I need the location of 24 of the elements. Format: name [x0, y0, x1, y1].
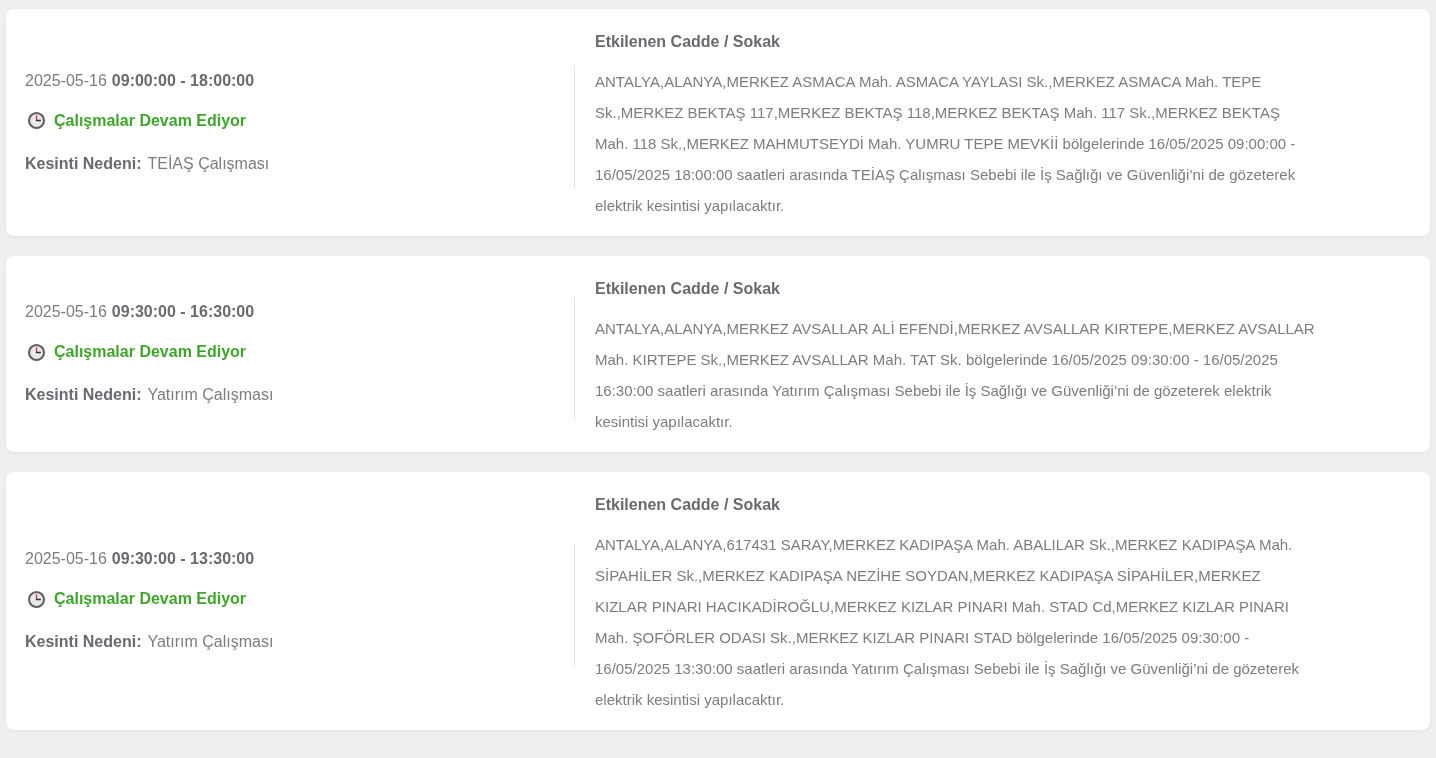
clock-icon	[27, 342, 46, 362]
status-text: Çalışmalar Devam Ediyor	[54, 589, 247, 609]
clock-icon	[27, 111, 46, 130]
time-range-text: 09:00:00 - 18:00:00	[111, 70, 255, 91]
affected-streets-text: ANTALYA,ALANYA,MERKEZ ASMACA Mah. ASMACA YAYLASI Sk.,MERKEZ ASMACA Mah. TEPE Sk.,MERKEZ BEKTAŞ 117,MERKEZ BEKTAŞ 118,MERKEZ BEKTAŞ Mah. 117 Sk.,MERKEZ BEKTAŞ Mah. 118 Sk.,MERKEZ MAHMUTSEYDİ Mah. YUMRU TEPE MEVKİİ bölgelerinde 16/05/2025 09:00:00 - 16/05/2025 18:00:00 saatleri arasında TEİAŞ Çalışması Sebebi ile İş Sağlığı ve Güvenliği’ni de gözeterek elektrik kesintisi yapılacaktır.	[595, 72, 1297, 216]
time-range-text: 09:30:00 - 16:30:00	[111, 302, 255, 322]
reason-label: Kesinti Nedeni:	[25, 632, 142, 652]
status-text: Çalışmalar Devam Ediyor	[54, 110, 247, 131]
reason-text: Yatırım Çalışması	[147, 632, 274, 652]
section-heading: Etkilenen Cadde / Sokak	[595, 279, 781, 299]
reason-label: Kesinti Nedeni:	[25, 153, 142, 174]
date-text: 2025-05-16	[25, 302, 107, 322]
reason-text: Yatırım Çalışması	[147, 385, 274, 405]
status-text: Çalışmalar Devam Ediyor	[54, 342, 247, 362]
reason-text: TEİAŞ Çalışması	[147, 153, 270, 174]
affected-streets-text: ANTALYA,ALANYA,617431 SARAY,MERKEZ KADIPAŞA Mah. ABALILAR Sk.,MERKEZ KADIPAŞA Mah. SİPAHİLER Sk.,MERKEZ KADIPAŞA NEZİHE SOYDAN,MERKEZ KADIPAŞA SİPAHİLER,MERKEZ KIZLAR PINARI HACIKADİROĞLU,MERKEZ KIZLAR PINARI Mah. STAD Cd,MERKEZ KIZLAR PINARI Mah. ŞOFÖRLER ODASI Sk.,MERKEZ KIZLAR PINARI STAD bölgelerinde 16/05/2025 09:30:00 - 16/05/2025 13:30:00 saatleri arasında Yatırım Çalışması Sebebi ile İş Sağlığı ve Güvenliği’ni de gözeterek elektrik kesintisi yapılacaktır.	[595, 535, 1301, 710]
date-text: 2025-05-16	[25, 549, 107, 569]
clock-icon	[27, 589, 46, 609]
reason-label: Kesinti Nedeni:	[25, 385, 142, 405]
time-range-text: 09:30:00 - 13:30:00	[111, 549, 255, 569]
affected-streets-text: ANTALYA,ALANYA,MERKEZ AVSALLAR ALİ EFENDİ,MERKEZ AVSALLAR KIRTEPE,MERKEZ AVSALLAR Mah. KIRTEPE Sk.,MERKEZ AVSALLAR Mah. TAT Sk. bölgelerinde 16/05/2025 09:30:00 - 16/05/2025 16:30:00 saatleri arasında Yatırım Çalışması Sebebi ile İş Sağlığı ve Güvenliği’ni de gözeterek elektrik kesintisi yapılacaktır.	[595, 319, 1315, 432]
date-text: 2025-05-16	[25, 70, 107, 91]
section-heading: Etkilenen Cadde / Sokak	[595, 495, 781, 515]
section-heading: Etkilenen Cadde / Sokak	[595, 32, 781, 52]
